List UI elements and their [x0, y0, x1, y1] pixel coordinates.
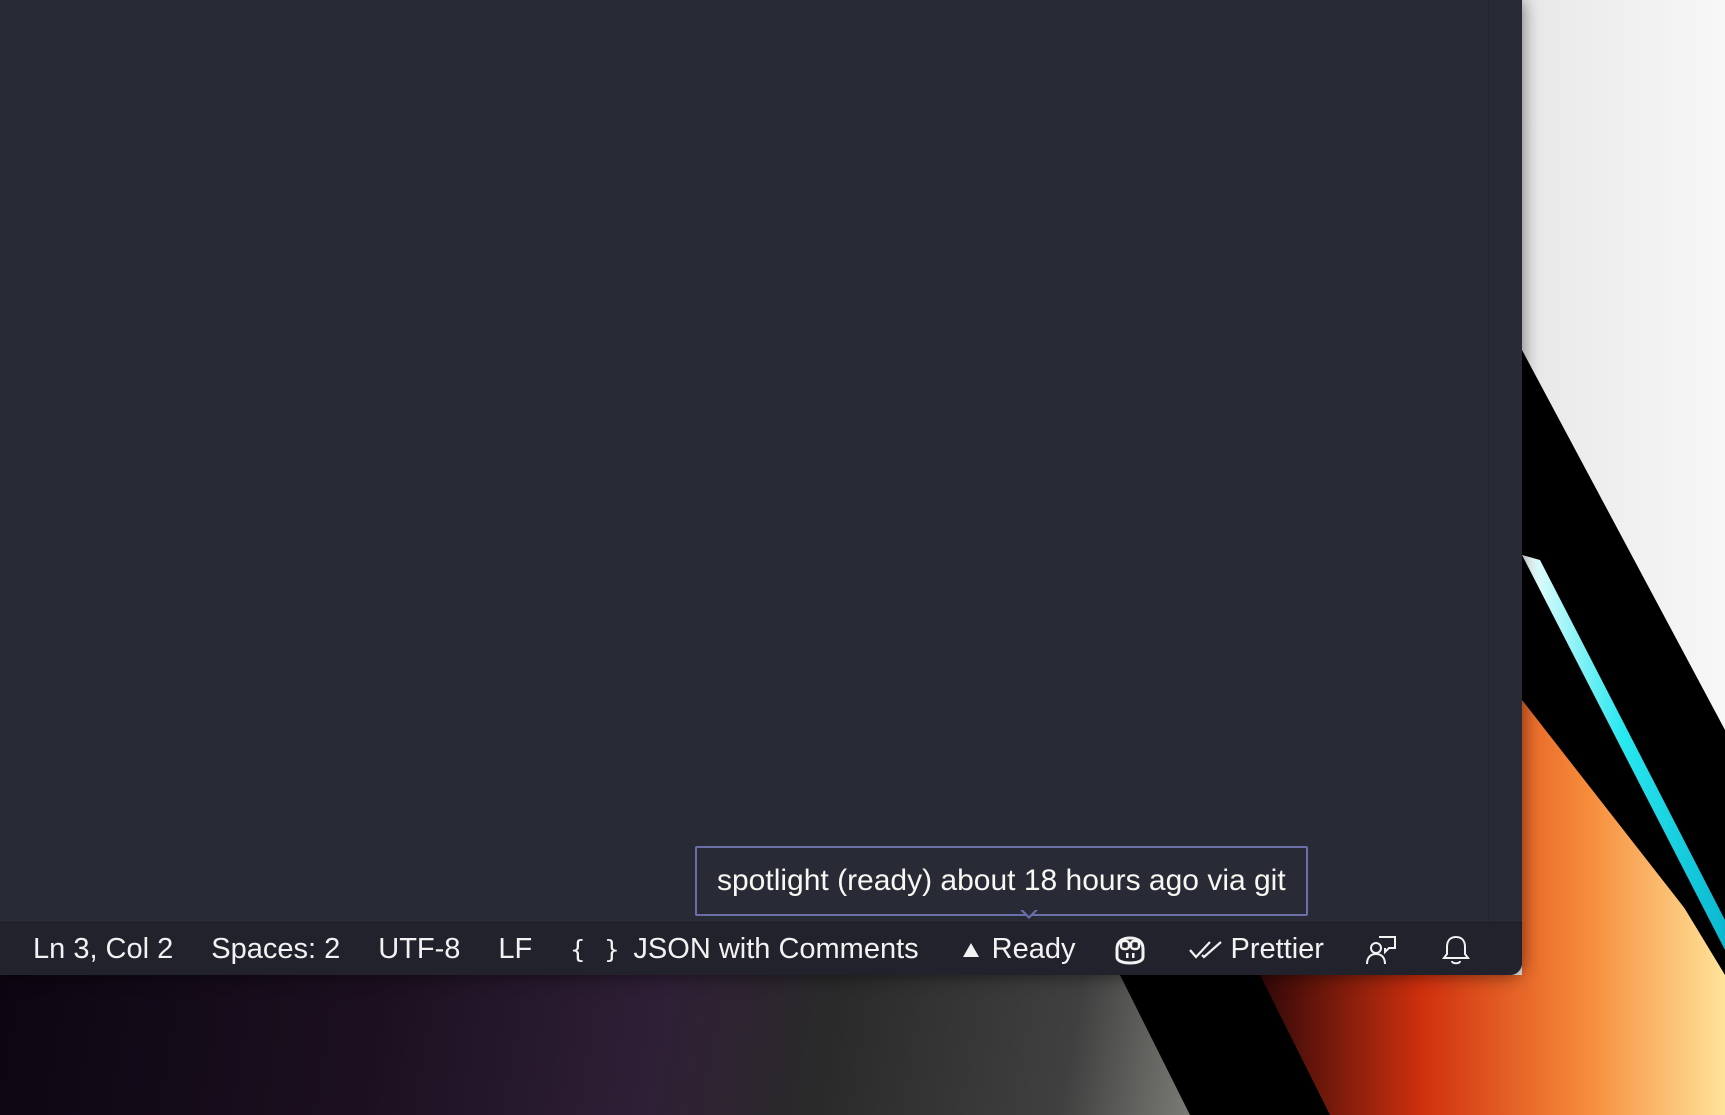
tooltip-arrow-inner — [1022, 909, 1036, 916]
line-ending-label: LF — [498, 933, 533, 965]
encoding-item[interactable]: UTF-8 — [359, 923, 479, 975]
encoding-label: UTF-8 — [378, 933, 461, 965]
prettier-label: Prettier — [1230, 933, 1324, 965]
cursor-position-label: Ln 3, Col 2 — [33, 933, 174, 965]
deploy-status-item[interactable]: Ready — [938, 923, 1095, 975]
copilot-item[interactable] — [1094, 923, 1166, 975]
double-check-icon — [1188, 939, 1224, 961]
braces-icon: { } — [570, 935, 622, 964]
editor-window: Ln 3, Col 2 Spaces: 2 UTF-8 LF { } JSON … — [0, 0, 1522, 975]
indentation-label: Spaces: 2 — [211, 933, 341, 965]
feedback-item[interactable] — [1343, 923, 1416, 975]
language-mode-label: JSON with Comments — [633, 933, 919, 965]
deploy-status-label: Ready — [991, 933, 1076, 965]
copilot-icon — [1113, 935, 1147, 965]
deploy-status-tooltip: spotlight (ready) about 18 hours ago via… — [695, 846, 1308, 916]
feedback-person-icon — [1365, 934, 1397, 966]
line-ending-item[interactable]: LF — [479, 923, 551, 975]
editor-scrollbar[interactable] — [1488, 0, 1522, 922]
indentation-item[interactable]: Spaces: 2 — [192, 923, 359, 975]
editor-area[interactable] — [0, 0, 1522, 922]
triangle-up-icon — [962, 942, 980, 958]
notifications-item[interactable] — [1416, 923, 1489, 975]
cursor-position-item[interactable]: Ln 3, Col 2 — [0, 923, 192, 975]
tooltip-text: spotlight (ready) about 18 hours ago via… — [717, 864, 1286, 897]
status-bar: Ln 3, Col 2 Spaces: 2 UTF-8 LF { } JSON … — [0, 922, 1522, 975]
language-mode-item[interactable]: { } JSON with Comments — [551, 923, 937, 975]
bell-icon — [1441, 934, 1470, 966]
prettier-item[interactable]: Prettier — [1166, 923, 1342, 975]
